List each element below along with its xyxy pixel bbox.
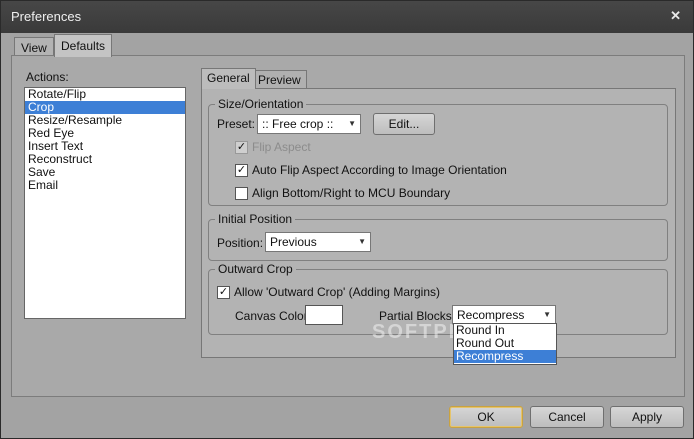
align-mcu-label: Align Bottom/Right to MCU Boundary xyxy=(252,186,451,200)
auto-flip-label: Auto Flip Aspect According to Image Orie… xyxy=(252,163,507,177)
tab-view[interactable]: View xyxy=(14,37,54,57)
defaults-tab-panel: Actions: Rotate/Flip Crop Resize/Resampl… xyxy=(11,55,685,397)
tab-preview[interactable]: Preview xyxy=(252,70,307,89)
apply-button[interactable]: Apply xyxy=(610,406,684,428)
partial-blocks-dropdown[interactable]: Round In Round Out Recompress xyxy=(453,323,557,365)
ok-button[interactable]: OK xyxy=(449,406,523,428)
check-icon: ✓ xyxy=(235,140,248,154)
flip-aspect-checkbox: ✓ Flip Aspect xyxy=(235,140,311,154)
check-icon: ✓ xyxy=(235,163,248,177)
flip-aspect-label: Flip Aspect xyxy=(252,140,311,154)
actions-label: Actions: xyxy=(26,70,69,84)
size-orientation-title: Size/Orientation xyxy=(215,97,307,111)
close-icon[interactable]: ✕ xyxy=(670,8,681,24)
tab-defaults[interactable]: Defaults xyxy=(54,34,113,57)
chevron-down-icon: ▼ xyxy=(358,237,366,246)
initial-position-group: Initial Position Position: Previous ▼ xyxy=(208,212,668,261)
allow-outward-crop-checkbox[interactable]: ✓ Allow 'Outward Crop' (Adding Margins) xyxy=(217,285,440,299)
allow-outward-crop-label: Allow 'Outward Crop' (Adding Margins) xyxy=(234,285,440,299)
checkbox-empty xyxy=(235,186,248,200)
check-icon: ✓ xyxy=(217,285,230,299)
initial-position-title: Initial Position xyxy=(215,212,296,226)
edit-button[interactable]: Edit... xyxy=(373,113,435,135)
canvas-color-label: Canvas Color: xyxy=(235,309,312,323)
outward-crop-title: Outward Crop xyxy=(215,262,296,276)
chevron-down-icon: ▼ xyxy=(543,310,551,319)
preset-value: :: Free crop :: xyxy=(262,117,334,131)
partial-blocks-value: Recompress xyxy=(457,308,525,322)
canvas-color-swatch[interactable] xyxy=(305,305,343,325)
dropdown-option-recompress[interactable]: Recompress xyxy=(454,350,556,363)
preset-label: Preset: xyxy=(217,117,256,131)
general-tab-panel: Size/Orientation Preset: :: Free crop ::… xyxy=(201,88,676,358)
size-orientation-group: Size/Orientation Preset: :: Free crop ::… xyxy=(208,97,668,206)
auto-flip-checkbox[interactable]: ✓ Auto Flip Aspect According to Image Or… xyxy=(235,163,507,177)
window-title: Preferences xyxy=(11,9,82,24)
preset-select[interactable]: :: Free crop :: ▼ xyxy=(257,114,361,134)
chevron-down-icon: ▼ xyxy=(348,119,356,128)
cancel-button[interactable]: Cancel xyxy=(530,406,604,428)
tab-general[interactable]: General xyxy=(201,68,256,89)
position-label: Position: xyxy=(217,236,264,250)
actions-list[interactable]: Rotate/Flip Crop Resize/Resample Red Eye… xyxy=(24,87,186,319)
list-item[interactable]: Email xyxy=(25,179,185,192)
dialog-body: View Defaults Actions: Rotate/Flip Crop … xyxy=(1,33,693,438)
preferences-window: Preferences ✕ View Defaults Actions: Rot… xyxy=(0,0,694,439)
position-select[interactable]: Previous ▼ xyxy=(265,232,371,252)
position-value: Previous xyxy=(270,235,317,249)
align-mcu-checkbox[interactable]: Align Bottom/Right to MCU Boundary xyxy=(235,186,450,200)
title-bar[interactable]: Preferences ✕ xyxy=(1,1,693,33)
